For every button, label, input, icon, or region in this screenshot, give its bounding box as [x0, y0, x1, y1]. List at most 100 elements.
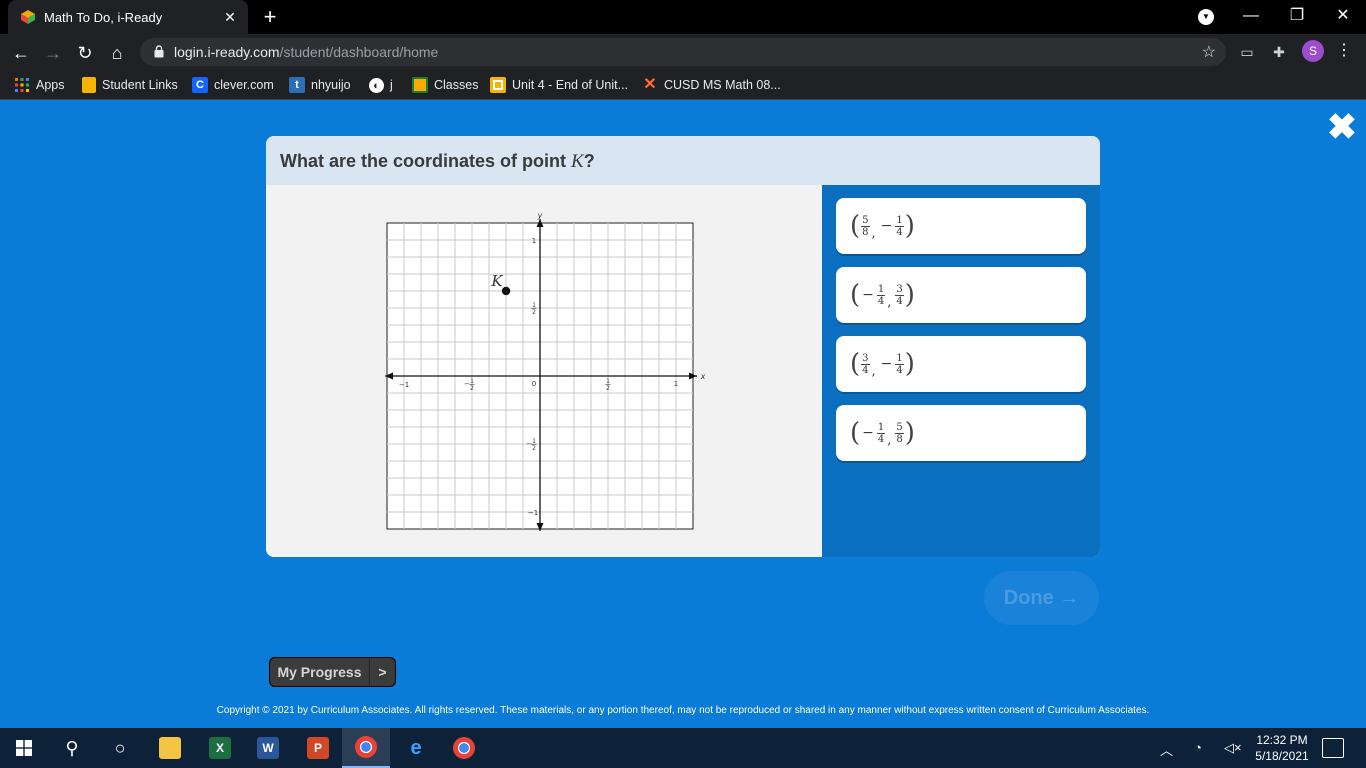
tick-label-y-neg1: −1: [528, 509, 538, 517]
minus-sign: −: [880, 218, 893, 234]
excel-icon[interactable]: X: [196, 728, 244, 768]
windows-taskbar: ⚲ ○ X W P e ︿ ◔ ◁× 12:32 PM 5/18/2021: [0, 728, 1366, 768]
answer-choice-2[interactable]: (−1 4, 3 4): [836, 267, 1086, 323]
bookmark-label: Unit 4 - End of Unit...: [512, 78, 629, 92]
numerator: 1: [876, 283, 886, 296]
tray-chevron-up-icon[interactable]: ︿: [1160, 740, 1173, 759]
denominator: 4: [896, 226, 903, 238]
numerator: 5: [861, 214, 870, 227]
bookmark-j[interactable]: ◐ j: [369, 76, 393, 94]
windows-start-icon[interactable]: [0, 728, 48, 768]
browser-tab[interactable]: Math To Do, i-Ready ✕: [8, 0, 248, 34]
my-progress-button[interactable]: My Progress >: [269, 657, 396, 687]
minimize-button[interactable]: —: [1228, 0, 1274, 34]
numerator: 3: [861, 352, 870, 365]
question-card: What are the coordinates of point K? x y −…: [266, 136, 1100, 557]
browser-menu-icon[interactable]: ⋮: [1336, 42, 1352, 60]
question-stem: What are the coordinates of point: [280, 151, 572, 171]
t-icon: t: [289, 77, 305, 93]
question-header: What are the coordinates of point K?: [266, 136, 1100, 185]
system-clock[interactable]: 12:32 PM 5/18/2021: [1250, 732, 1314, 764]
tab-search-icon[interactable]: ▼: [1198, 9, 1214, 25]
coordinate-expression: (3 4, −1 4): [850, 349, 915, 379]
answer-choice-1[interactable]: (5 8, −1 4): [836, 198, 1086, 254]
x-fraction: 14: [876, 422, 886, 445]
tick-label-x-neg-half-num: 1: [470, 378, 474, 385]
chevron-right-icon: >: [378, 664, 387, 680]
close-paren: ): [904, 211, 915, 241]
bookmark-label: CUSD MS Math 08...: [664, 78, 781, 92]
clever-icon: C: [192, 77, 208, 93]
tick-label-y-neg-half-den: 2: [532, 445, 536, 452]
denominator: 4: [896, 364, 903, 376]
open-paren: (: [850, 211, 861, 241]
tick-label-x-pos-half-num: 1: [606, 378, 610, 385]
browser-titlebar: Math To Do, i-Ready ✕ + ▼ — ❐ ✕: [0, 0, 1366, 34]
done-button[interactable]: Done →: [984, 571, 1099, 625]
apps-grid-icon: [14, 77, 30, 93]
bookmark-label: j: [390, 78, 393, 92]
minus-sign: −: [862, 287, 874, 303]
bookmark-apps[interactable]: Apps: [14, 76, 65, 94]
forward-arrow-icon[interactable]: →: [40, 40, 66, 66]
url-path: /student/dashboard/home: [279, 44, 439, 60]
back-arrow-icon[interactable]: ←: [8, 40, 34, 66]
answer-choice-3[interactable]: (3 4, −1 4): [836, 336, 1086, 392]
profile-avatar[interactable]: S: [1302, 40, 1324, 62]
powerpoint-icon[interactable]: P: [294, 728, 342, 768]
reload-icon[interactable]: ↻: [72, 40, 98, 66]
comma: ,: [887, 295, 892, 310]
point-k-label: K: [490, 272, 503, 290]
address-bar[interactable]: login.i-ready.com/student/dashboard/home…: [140, 38, 1226, 66]
cast-icon[interactable]: ▭: [1238, 43, 1256, 61]
home-icon[interactable]: ⌂: [104, 40, 130, 66]
y-fraction: 14: [895, 353, 904, 376]
denominator: 4: [862, 364, 869, 376]
bookmark-nhyuijo[interactable]: t nhyuijo: [289, 76, 351, 94]
open-paren: (: [850, 349, 861, 379]
clock-time: 12:32 PM: [1256, 733, 1308, 747]
notification-icon[interactable]: [1322, 738, 1344, 758]
bookmark-student-links[interactable]: Student Links: [82, 76, 178, 94]
y-fraction: 14: [895, 215, 904, 238]
new-tab-button[interactable]: +: [258, 5, 282, 29]
denominator: 4: [896, 295, 903, 307]
bookmark-star-icon[interactable]: ☆: [1202, 42, 1216, 62]
denominator: 4: [877, 295, 885, 307]
tick-label-y-pos1: 1: [532, 237, 536, 245]
answer-choice-4[interactable]: (−1 4, 5 8): [836, 405, 1086, 461]
open-paren: (: [850, 280, 861, 310]
window-close-button[interactable]: ✕: [1320, 0, 1366, 34]
numerator: 5: [895, 421, 904, 434]
tick-label-x-neg1: −1: [399, 381, 409, 389]
file-explorer-icon[interactable]: [146, 728, 194, 768]
volume-mute-icon[interactable]: ◁×: [1224, 740, 1242, 756]
search-icon[interactable]: ⚲: [48, 728, 96, 768]
bookmark-unit4[interactable]: Unit 4 - End of Unit...: [490, 76, 628, 94]
y-fraction: 34: [895, 284, 904, 307]
chrome-icon-2[interactable]: [440, 728, 488, 768]
close-paren: ): [904, 418, 915, 448]
close-lesson-icon[interactable]: ✖: [1326, 109, 1358, 145]
tab-close-icon[interactable]: ✕: [220, 9, 240, 26]
denominator: 4: [877, 433, 885, 445]
cortana-icon[interactable]: ○: [96, 728, 144, 768]
minus-sign: −: [862, 425, 874, 441]
bookmark-label: Student Links: [102, 78, 178, 92]
x-icon: ✕: [643, 76, 657, 93]
bookmark-classes[interactable]: Classes: [412, 76, 478, 94]
tick-label-y-neg-half-num: 1: [532, 438, 536, 445]
question-variable: K: [571, 151, 584, 172]
folder-icon: [82, 77, 96, 93]
wifi-icon[interactable]: ◔: [1194, 740, 1202, 755]
edge-icon[interactable]: e: [392, 728, 440, 768]
y-axis-label: y: [537, 211, 543, 220]
restore-button[interactable]: ❐: [1274, 0, 1320, 34]
extensions-puzzle-icon[interactable]: ✚: [1270, 43, 1288, 61]
y-fraction: 58: [895, 421, 904, 445]
word-icon[interactable]: W: [244, 728, 292, 768]
copyright-text: Copyright © 2021 by Curriculum Associate…: [216, 705, 1150, 716]
chrome-icon[interactable]: [342, 728, 390, 768]
bookmark-cusd[interactable]: ✕ CUSD MS Math 08...: [642, 76, 781, 94]
bookmark-clever[interactable]: C clever.com: [192, 76, 274, 94]
